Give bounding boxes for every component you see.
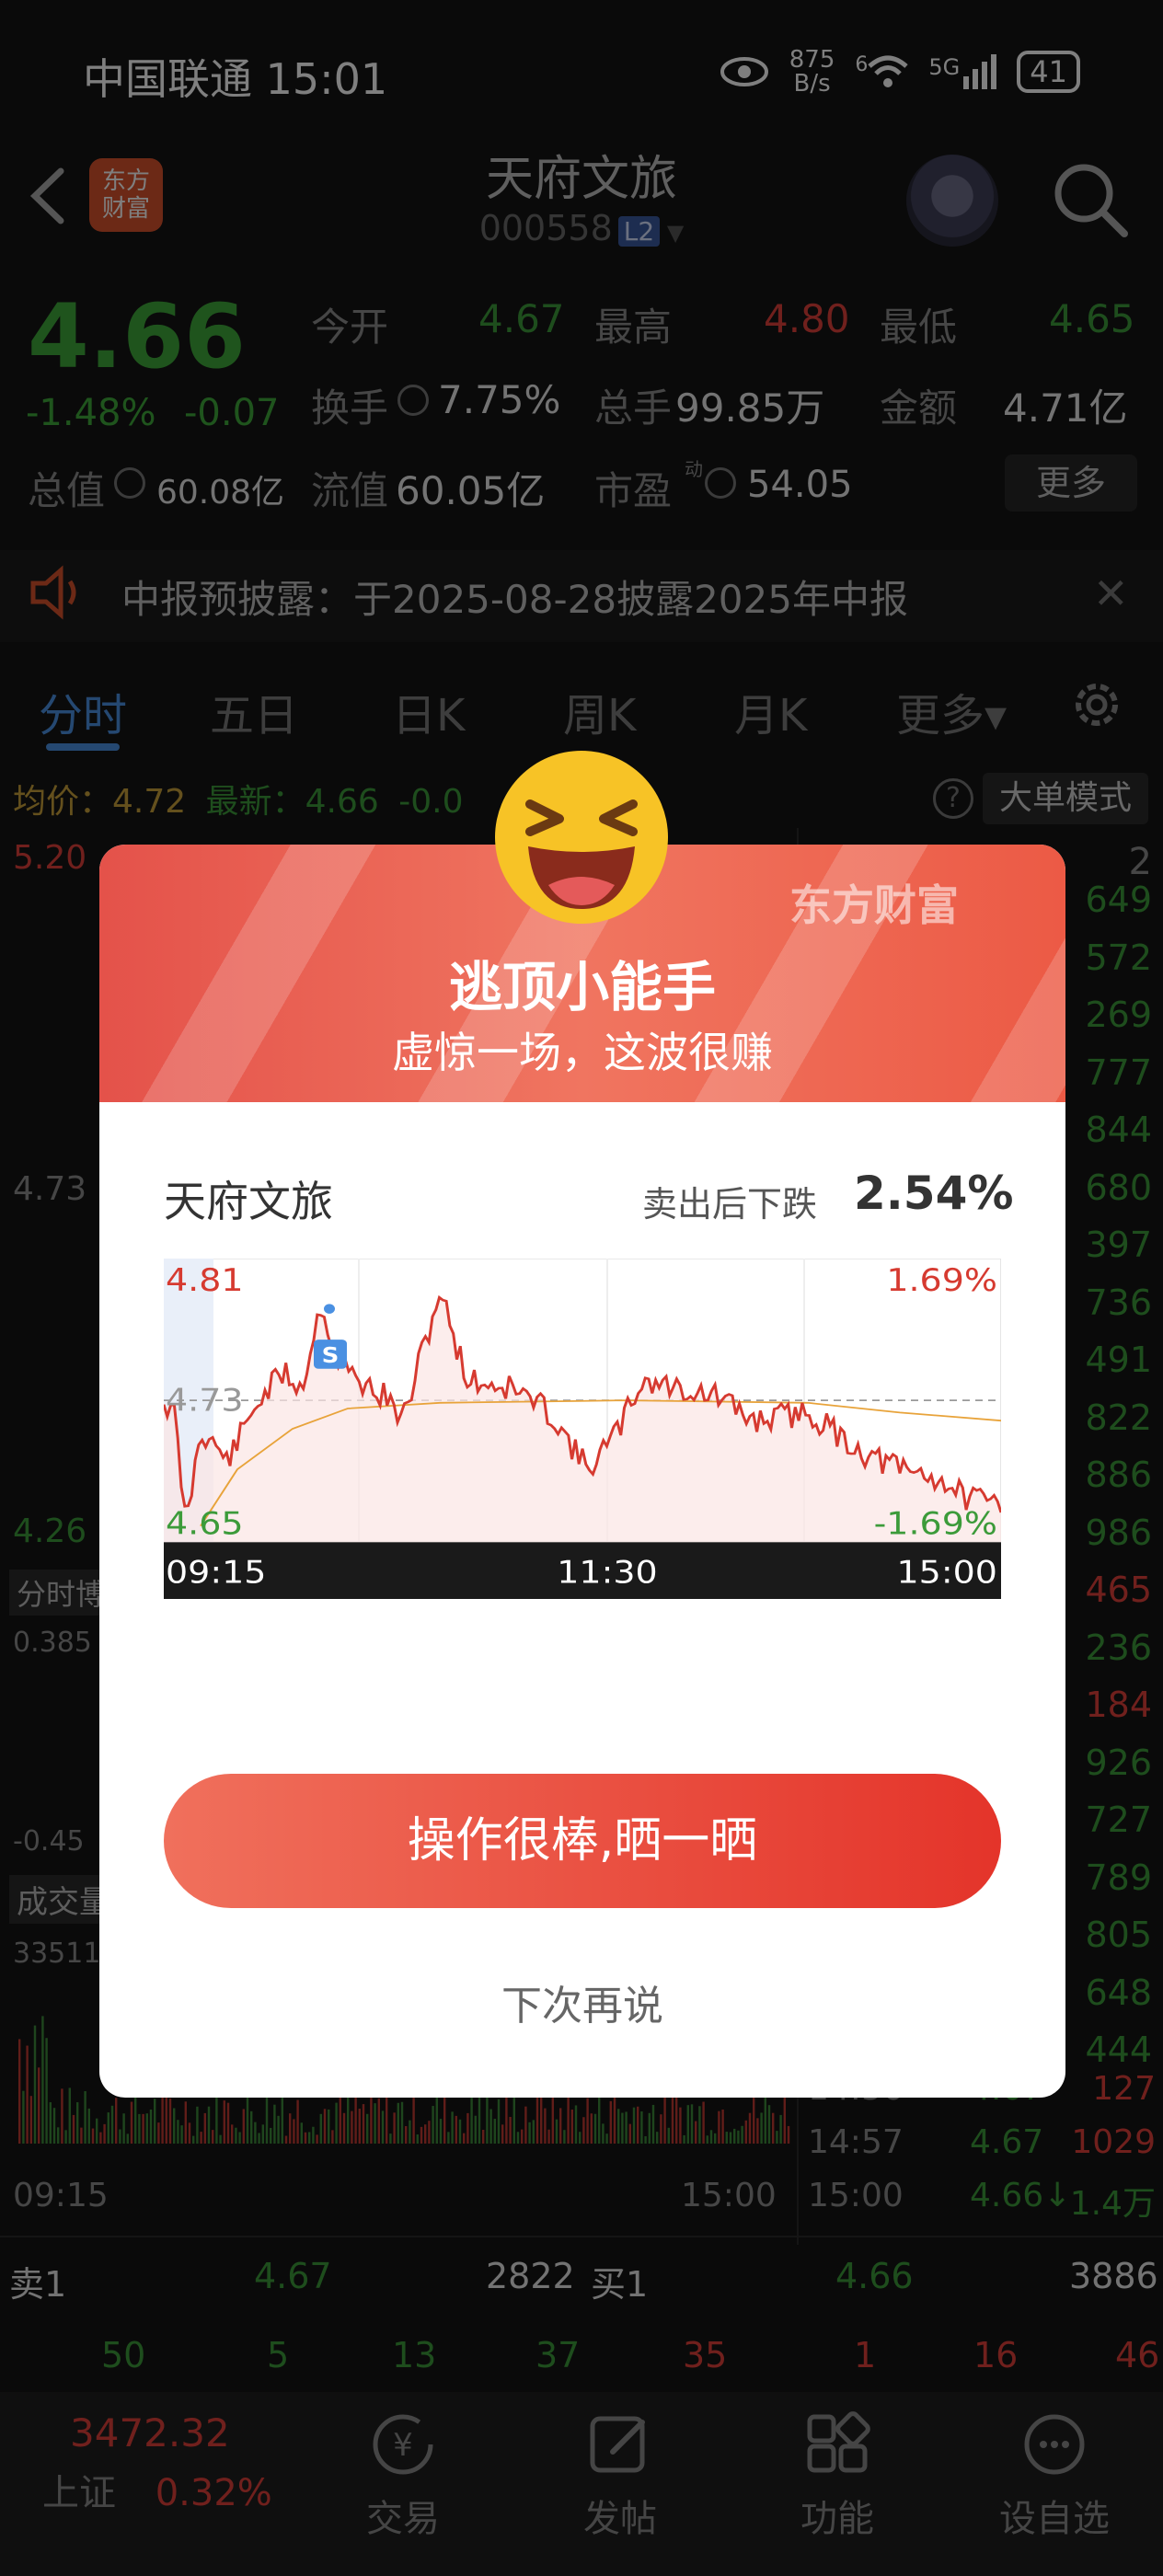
achievement-dialog: 东方财富 逃顶小能手 虚惊一场，这波很赚 天府文旅 卖出后下跌 2.54% S …	[99, 845, 1065, 2098]
mini-high-pct-label: 1.69%	[886, 1263, 997, 1298]
dialog-title: 逃顶小能手	[448, 956, 716, 1018]
sell-marker-text: S	[322, 1342, 340, 1367]
drop-after-sell-label: 卖出后下跌	[642, 1184, 818, 1225]
share-button[interactable]: 操作很棒,晒一晒	[164, 1774, 1001, 1908]
later-button[interactable]: 下次再说	[99, 1972, 1065, 2031]
laughing-face-icon	[495, 751, 668, 924]
mini-time-mid: 11:30	[557, 1555, 657, 1590]
dialog-stock-name: 天府文旅	[164, 1177, 333, 1226]
brand-watermark: 东方财富	[789, 880, 959, 930]
sell-point-dot	[324, 1304, 335, 1314]
mini-intraday-chart: S 4.81 4.73 4.65 1.69% -1.69% 09:15 11:3…	[164, 1259, 1001, 1599]
mini-time-end: 15:00	[897, 1555, 997, 1590]
mini-mid-label: 4.73	[166, 1384, 244, 1419]
dialog-subtitle: 虚惊一场，这波很赚	[392, 1028, 773, 1077]
mini-low-label: 4.65	[166, 1507, 244, 1542]
mini-low-pct-label: -1.69%	[874, 1507, 997, 1542]
mini-high-label: 4.81	[166, 1263, 244, 1298]
mini-time-start: 09:15	[166, 1555, 266, 1590]
drop-after-sell-value: 2.54%	[854, 1167, 1014, 1220]
